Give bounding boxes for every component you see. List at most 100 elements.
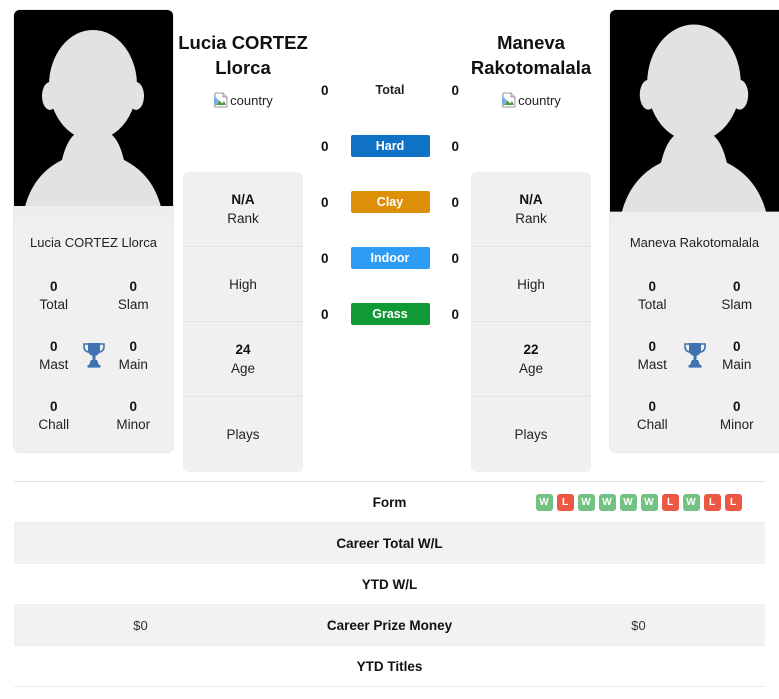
- info-rank-left: N/A Rank: [183, 172, 303, 247]
- title-label: Chall: [636, 417, 668, 432]
- player-country-right: country: [445, 92, 617, 108]
- surface-left-score: 0: [321, 82, 329, 98]
- row-left-value: $0: [133, 617, 148, 633]
- player-info-column-right: N/A Rank High 22 Age Plays: [471, 172, 591, 472]
- title-label: Total: [39, 297, 69, 312]
- player-titles-left: 0 Total 0 Slam 0 Mast 0 Main 0 Chall 0 M…: [14, 262, 173, 452]
- form-badges: W L W W W W L W L L: [535, 493, 742, 511]
- table-row-career-prize-money: $0 Career Prize Money $0: [14, 605, 765, 646]
- surface-right-score: 0: [451, 250, 459, 266]
- title-stat-total-right: 0 Total: [610, 278, 695, 314]
- info-plays-right: Plays: [471, 397, 591, 472]
- form-badge: W: [535, 493, 553, 511]
- info-rank-right: N/A Rank: [471, 172, 591, 247]
- trophy-icon: [81, 341, 107, 369]
- surface-left-score: 0: [321, 306, 329, 322]
- player-photo-right: [610, 10, 779, 223]
- title-value: 0: [732, 279, 741, 294]
- country-alt-text-right: country: [518, 92, 561, 108]
- title-value: 0: [129, 279, 137, 294]
- info-age-left: 24 Age: [183, 322, 303, 397]
- title-stat-slam-right: 0 Slam: [695, 278, 779, 314]
- player-country-left: country: [157, 92, 329, 108]
- info-value: N/A: [231, 191, 255, 207]
- title-value: 0: [648, 279, 656, 294]
- title-stat-chall-right: 0 Chall: [610, 398, 695, 434]
- avatar-silhouette-icon: [14, 10, 173, 223]
- broken-image-icon: [213, 92, 228, 108]
- info-value: 22: [523, 341, 539, 357]
- info-label: Age: [230, 360, 256, 376]
- row-label: Career Total W/L: [336, 535, 443, 551]
- player-info-column-left: N/A Rank High 24 Age Plays: [183, 172, 303, 472]
- form-label: Form: [372, 494, 407, 510]
- form-right-value: W L W W W W L W L L: [512, 493, 765, 511]
- player-name-left: Lucia CORTEZ Llorca: [178, 32, 308, 78]
- info-value: 24: [235, 341, 251, 357]
- broken-image-icon: [501, 92, 516, 108]
- form-badge: L: [556, 493, 574, 511]
- title-label: Slam: [721, 297, 753, 312]
- surface-label-total[interactable]: Total: [351, 79, 430, 101]
- info-age-right: 22 Age: [471, 322, 591, 397]
- title-label: Minor: [116, 417, 151, 432]
- player-photo-caption-right: Maneva Rakotomalala: [610, 223, 779, 262]
- surface-right-score: 0: [451, 194, 459, 210]
- player-comparison-page: Lucia CORTEZ Llorca 0 Total 0 Slam 0 Mas…: [0, 0, 779, 699]
- player-photo-caption-left: Lucia CORTEZ Llorca: [14, 223, 173, 262]
- info-high-left: High: [183, 247, 303, 322]
- title-value: 0: [49, 399, 58, 414]
- title-stat-chall-left: 0 Chall: [14, 398, 94, 434]
- title-stat-minor-left: 0 Minor: [94, 398, 174, 434]
- surface-label-clay[interactable]: Clay: [350, 191, 430, 213]
- info-value: N/A: [519, 191, 543, 207]
- form-badge: W: [598, 493, 616, 511]
- info-label: High: [229, 276, 257, 292]
- title-value: 0: [49, 279, 58, 294]
- player-headline-right: Maneva Rakotomalala country: [445, 30, 617, 108]
- title-stat-slam-left: 0 Slam: [94, 278, 174, 314]
- surface-row-clay: 0 Clay 0: [310, 174, 470, 230]
- info-label: Plays: [226, 427, 260, 442]
- player-titles-right: 0 Total 0 Slam 0 Mast 0 Main 0 Chall 0 M…: [610, 262, 779, 452]
- surface-label-indoor[interactable]: Indoor: [350, 247, 430, 269]
- country-alt-text-left: country: [230, 92, 273, 108]
- avatar-silhouette-icon: [610, 10, 779, 223]
- row-label: YTD W/L: [361, 576, 418, 592]
- form-badge: W: [619, 493, 637, 511]
- surface-left-score: 0: [321, 138, 329, 154]
- surface-label-grass[interactable]: Grass: [350, 303, 430, 325]
- surface-right-score: 0: [451, 306, 459, 322]
- info-label: Plays: [514, 427, 548, 442]
- title-value: 0: [648, 399, 656, 414]
- table-row-form: Form W L W W W W L W L L: [14, 482, 765, 523]
- title-label: Total: [637, 297, 667, 312]
- info-label: High: [517, 276, 545, 292]
- row-label: Career Prize Money: [326, 617, 453, 633]
- title-label: Chall: [38, 417, 70, 432]
- info-high-right: High: [471, 247, 591, 322]
- player-photo-left: [14, 10, 173, 223]
- row-right-value: $0: [631, 617, 646, 633]
- form-badge: L: [724, 493, 742, 511]
- player-card-left[interactable]: Lucia CORTEZ Llorca 0 Total 0 Slam 0 Mas…: [14, 10, 173, 452]
- player-card-right[interactable]: Maneva Rakotomalala 0 Total 0 Slam 0 Mas…: [610, 10, 779, 452]
- info-label: Rank: [515, 210, 547, 226]
- surface-right-score: 0: [451, 138, 459, 154]
- title-label: Slam: [117, 297, 149, 312]
- table-row-ytd-titles: YTD Titles: [14, 646, 765, 687]
- title-value: 0: [129, 399, 137, 414]
- surface-row-indoor: 0 Indoor 0: [310, 230, 470, 286]
- player-name-right: Maneva Rakotomalala: [470, 32, 592, 78]
- form-badge: L: [661, 493, 679, 511]
- form-badge: L: [703, 493, 721, 511]
- info-label: Age: [518, 360, 544, 376]
- title-stat-total-left: 0 Total: [14, 278, 94, 314]
- surface-row-hard: 0 Hard 0: [310, 118, 470, 174]
- surface-label-hard[interactable]: Hard: [350, 135, 430, 157]
- row-label: YTD Titles: [356, 658, 423, 674]
- title-value: 0: [732, 399, 741, 414]
- form-badge: W: [640, 493, 658, 511]
- info-label: Rank: [227, 210, 259, 226]
- title-label: Minor: [719, 417, 754, 432]
